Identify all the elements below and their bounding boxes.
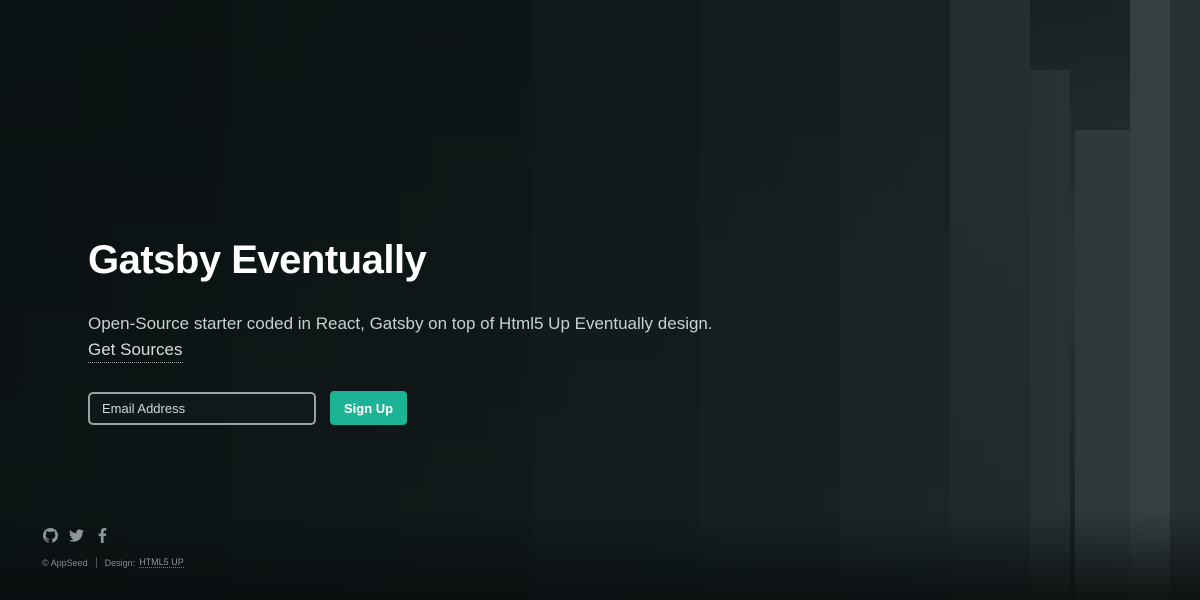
- get-sources-link[interactable]: Get Sources: [88, 338, 183, 363]
- signup-form: Sign Up: [88, 391, 808, 425]
- copyright-text: © AppSeed: [42, 557, 88, 568]
- credits: © AppSeed Design: HTML5 UP: [42, 557, 184, 568]
- email-input[interactable]: [88, 391, 316, 425]
- credits-divider: [95, 557, 97, 568]
- design-label: Design:: [104, 557, 136, 568]
- sign-up-button[interactable]: Sign Up: [330, 391, 408, 425]
- twitter-icon[interactable]: [68, 527, 84, 543]
- page-title: Gatsby Eventually: [88, 238, 427, 282]
- hero-section: Gatsby Eventually Open-Source starter co…: [88, 234, 808, 425]
- facebook-icon[interactable]: [94, 527, 110, 543]
- github-icon[interactable]: [42, 527, 58, 543]
- html5-up-link[interactable]: HTML5 UP: [139, 557, 184, 568]
- footer: © AppSeed Design: HTML5 UP: [42, 527, 184, 568]
- social-links: [42, 527, 184, 543]
- page: Gatsby Eventually Open-Source starter co…: [0, 0, 1200, 600]
- hero-description: Open-Source starter coded in React, Gats…: [88, 314, 713, 333]
